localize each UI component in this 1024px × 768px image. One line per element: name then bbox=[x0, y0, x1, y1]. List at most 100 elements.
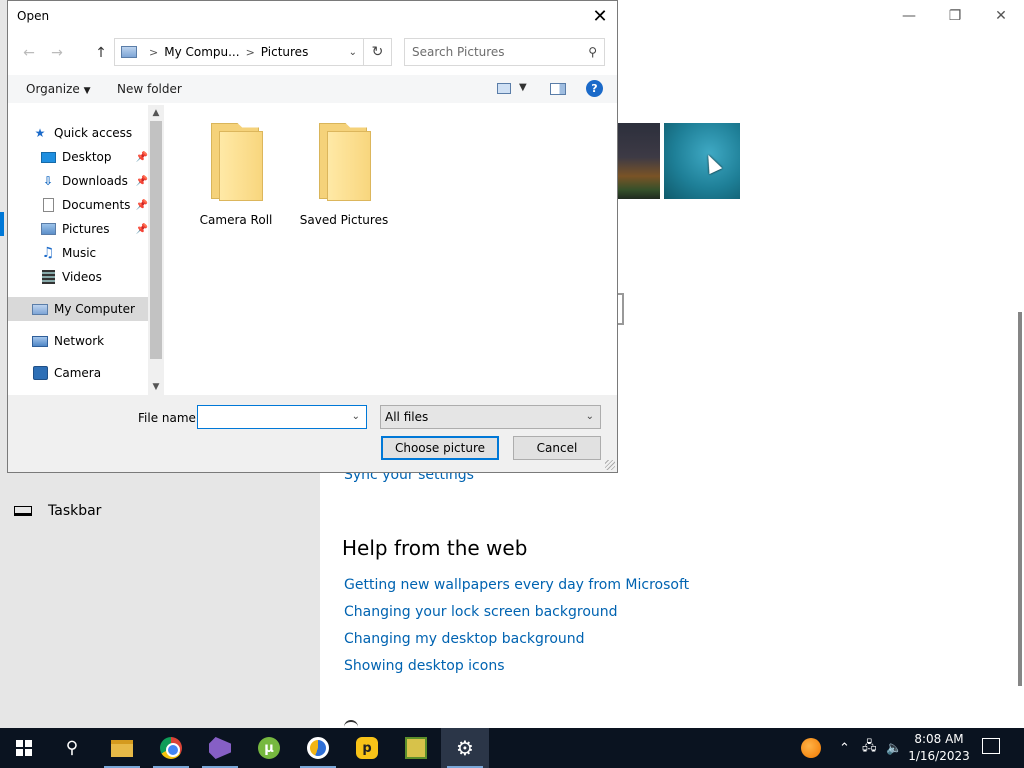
file-name-input[interactable] bbox=[202, 406, 347, 428]
chevron-down-icon[interactable]: ⌄ bbox=[349, 47, 357, 58]
refresh-button[interactable]: ↻ bbox=[364, 38, 392, 66]
settings-scrollbar[interactable] bbox=[1018, 312, 1022, 686]
chevron-right-icon: > bbox=[149, 45, 159, 59]
pictures-icon bbox=[40, 222, 56, 236]
taskbar-file-explorer[interactable] bbox=[98, 728, 146, 768]
nav-item-downloads[interactable]: ⇩ Downloads 📌 bbox=[40, 169, 148, 193]
start-button[interactable] bbox=[0, 728, 48, 768]
network-tray-button[interactable]: 🖧 bbox=[862, 728, 877, 768]
desktop-icon bbox=[40, 150, 56, 164]
network-icon: 🖧 bbox=[862, 739, 877, 754]
resize-grip[interactable] bbox=[605, 460, 615, 470]
background-thumbnail[interactable] bbox=[664, 123, 740, 199]
star-icon: ★ bbox=[34, 126, 46, 140]
help-links-list: Getting new wallpapers every day from Mi… bbox=[344, 576, 689, 684]
nav-item-quick-access[interactable]: ★ Quick access bbox=[32, 121, 148, 145]
chevron-down-icon[interactable]: ⌄ bbox=[352, 411, 360, 422]
pin-icon[interactable]: 📌 bbox=[136, 200, 148, 211]
volume-button[interactable]: 🔈 bbox=[886, 728, 902, 768]
open-dialog: Open ✕ ← → ↑ > My Compu... > Pictures ⌄ … bbox=[7, 0, 618, 473]
nav-item-desktop[interactable]: Desktop 📌 bbox=[40, 145, 148, 169]
messenger-icon: p bbox=[356, 737, 378, 759]
help-link[interactable]: Changing my desktop background bbox=[344, 630, 689, 657]
dialog-close-button[interactable]: ✕ bbox=[587, 4, 613, 28]
scroll-down-arrow[interactable]: ▼ bbox=[148, 380, 164, 394]
tray-app-icon[interactable] bbox=[801, 738, 821, 758]
help-link[interactable]: Changing your lock screen background bbox=[344, 603, 689, 630]
notification-center-icon[interactable] bbox=[982, 738, 1000, 754]
minimize-button[interactable]: — bbox=[886, 6, 932, 26]
file-explorer-icon bbox=[111, 739, 133, 757]
taskbar-clock[interactable]: 8:08 AM 1/16/2023 bbox=[905, 731, 973, 765]
taskbar-settings[interactable]: ⚙ bbox=[441, 728, 489, 768]
nav-item-camera[interactable]: Camera bbox=[32, 361, 148, 385]
nav-item-label: Documents bbox=[62, 198, 131, 212]
command-bar: Organize ▼ New folder ▼ ? bbox=[8, 75, 617, 103]
new-folder-button[interactable]: New folder bbox=[117, 82, 182, 96]
scrollbar-thumb[interactable] bbox=[150, 121, 162, 359]
nav-item-videos[interactable]: Videos bbox=[40, 265, 148, 289]
breadcrumb-my-computer[interactable]: My Compu... bbox=[164, 45, 239, 59]
cancel-button[interactable]: Cancel bbox=[513, 436, 601, 460]
back-button[interactable]: ← bbox=[18, 42, 40, 64]
settings-nav-item-taskbar[interactable]: Taskbar bbox=[14, 503, 101, 519]
selected-nav-indicator bbox=[0, 212, 4, 236]
windows-logo-icon bbox=[16, 740, 32, 756]
preview-pane-icon[interactable] bbox=[550, 83, 566, 95]
nav-item-my-computer[interactable]: My Computer bbox=[8, 297, 148, 321]
taskbar-utorrent[interactable]: µ bbox=[245, 728, 293, 768]
clock-time: 8:08 AM bbox=[914, 732, 964, 746]
search-icon[interactable]: ⚲ bbox=[588, 45, 597, 59]
app-icon bbox=[405, 737, 427, 759]
taskbar-chrome[interactable] bbox=[147, 728, 195, 768]
folder-camera-roll[interactable]: Camera Roll bbox=[186, 123, 286, 227]
taskbar-browser[interactable] bbox=[294, 728, 342, 768]
nav-pane-scrollbar[interactable]: ▲ ▼ bbox=[148, 105, 164, 395]
breadcrumb-pictures[interactable]: Pictures bbox=[261, 45, 309, 59]
view-options-dropdown[interactable]: ▼ bbox=[519, 82, 527, 93]
file-type-select[interactable]: All files ⌄ bbox=[380, 405, 601, 429]
file-name-label: File name: bbox=[138, 411, 200, 425]
clock-date: 1/16/2023 bbox=[908, 749, 970, 763]
nav-item-label: Videos bbox=[62, 270, 102, 284]
pin-icon[interactable]: 📌 bbox=[136, 176, 148, 187]
chevron-down-icon[interactable]: ⌄ bbox=[586, 411, 594, 422]
network-icon bbox=[32, 334, 48, 348]
organize-label: Organize bbox=[26, 82, 80, 96]
show-hidden-icons-button[interactable]: ⌃ bbox=[839, 728, 850, 768]
organize-button[interactable]: Organize ▼ bbox=[26, 82, 91, 96]
caret-down-icon: ▼ bbox=[83, 86, 91, 96]
address-bar[interactable]: > My Compu... > Pictures ⌄ bbox=[114, 38, 364, 66]
help-link[interactable]: Getting new wallpapers every day from Mi… bbox=[344, 576, 689, 603]
scroll-up-arrow[interactable]: ▲ bbox=[148, 106, 164, 120]
help-icon[interactable]: ? bbox=[586, 80, 603, 97]
up-button[interactable]: ↑ bbox=[90, 42, 112, 64]
folder-icon bbox=[209, 123, 263, 203]
search-box[interactable]: ⚲ bbox=[404, 38, 605, 66]
pin-icon[interactable]: 📌 bbox=[136, 152, 148, 163]
nav-item-music[interactable]: ♫ Music bbox=[40, 241, 148, 265]
folder-saved-pictures[interactable]: Saved Pictures bbox=[294, 123, 394, 227]
file-list: Camera Roll Saved Pictures bbox=[164, 105, 617, 395]
nav-item-label: Desktop bbox=[62, 150, 112, 164]
restore-button[interactable]: ❐ bbox=[932, 6, 978, 26]
nav-item-documents[interactable]: Documents 📌 bbox=[40, 193, 148, 217]
help-link[interactable]: Showing desktop icons bbox=[344, 657, 689, 684]
taskbar-search-button[interactable]: ⚲ bbox=[48, 728, 96, 768]
background-thumbnail[interactable] bbox=[616, 123, 660, 199]
search-input[interactable] bbox=[412, 45, 577, 59]
taskbar-visual-studio[interactable] bbox=[196, 728, 244, 768]
pin-icon[interactable]: 📌 bbox=[136, 224, 148, 235]
navigation-bar: ← → ↑ > My Compu... > Pictures ⌄ ↻ ⚲ bbox=[8, 36, 617, 68]
taskbar-messenger[interactable]: p bbox=[343, 728, 391, 768]
document-icon bbox=[40, 198, 56, 212]
taskbar-app[interactable] bbox=[392, 728, 440, 768]
change-view-icon[interactable] bbox=[497, 83, 511, 94]
nav-item-network[interactable]: Network bbox=[32, 329, 148, 353]
forward-button[interactable]: → bbox=[46, 42, 68, 64]
choose-picture-button[interactable]: Choose picture bbox=[381, 436, 499, 460]
file-name-combobox[interactable]: ⌄ bbox=[197, 405, 367, 429]
nav-item-pictures[interactable]: Pictures 📌 bbox=[40, 217, 148, 241]
folder-icon bbox=[317, 123, 371, 203]
close-button[interactable]: ✕ bbox=[978, 6, 1024, 26]
